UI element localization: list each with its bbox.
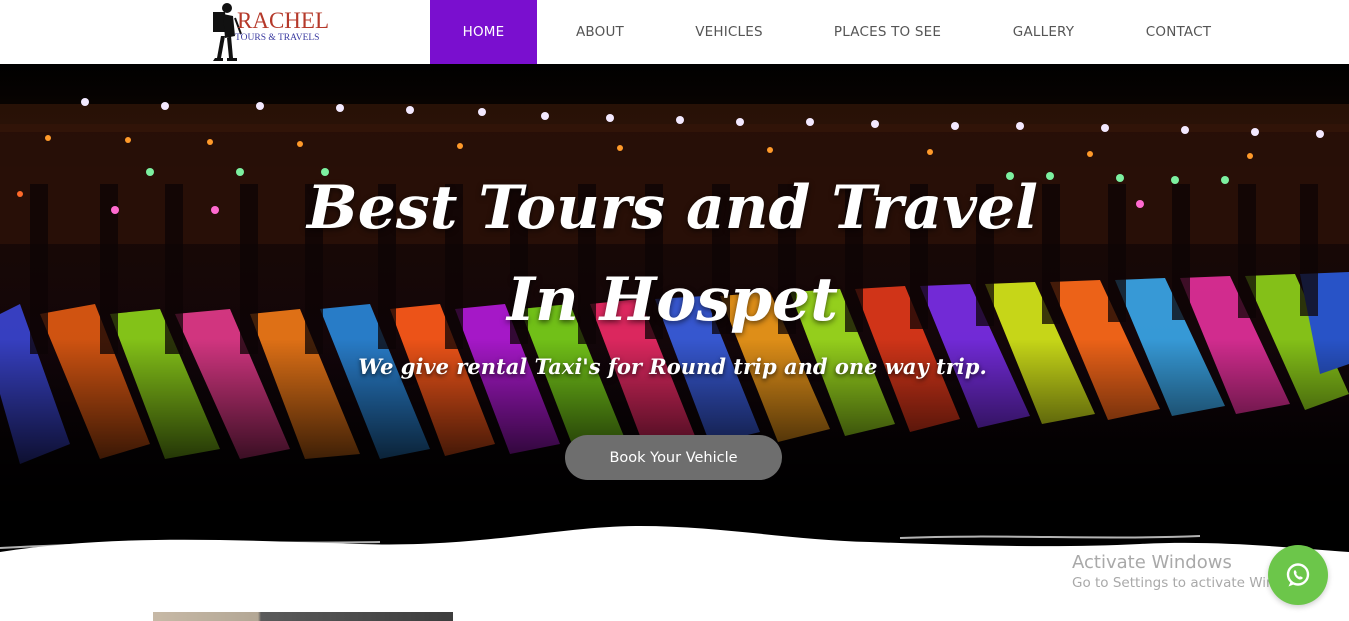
site-logo[interactable]: RACHEL TOURS & TRAVELS (205, 0, 335, 62)
nav-vehicles[interactable]: VEHICLES (663, 0, 795, 64)
hero-section: Best Tours and Travel In Hospet We give … (0, 64, 1349, 564)
book-vehicle-button[interactable]: Book Your Vehicle (565, 435, 782, 480)
main-nav: HOME ABOUT VEHICLES PLACES TO SEE GALLER… (430, 0, 1250, 64)
whatsapp-chat-button[interactable] (1268, 545, 1328, 605)
whatsapp-icon (1286, 563, 1310, 587)
hero-title: Best Tours and Travel In Hospet (307, 173, 1038, 335)
gallery-thumbnail (153, 612, 453, 621)
nav-home[interactable]: HOME (430, 0, 537, 64)
nav-contact[interactable]: CONTACT (1107, 0, 1250, 64)
nav-gallery[interactable]: GALLERY (980, 0, 1107, 64)
logo-brand-name: RACHEL (237, 8, 329, 33)
hero-subtitle: We give rental Taxi's for Round trip and… (358, 354, 987, 379)
site-header: RACHEL TOURS & TRAVELS HOME ABOUT VEHICL… (0, 0, 1349, 64)
logo-tagline: TOURS & TRAVELS (235, 33, 320, 43)
nav-about[interactable]: ABOUT (537, 0, 663, 64)
nav-places-to-see[interactable]: PLACES TO SEE (795, 0, 980, 64)
